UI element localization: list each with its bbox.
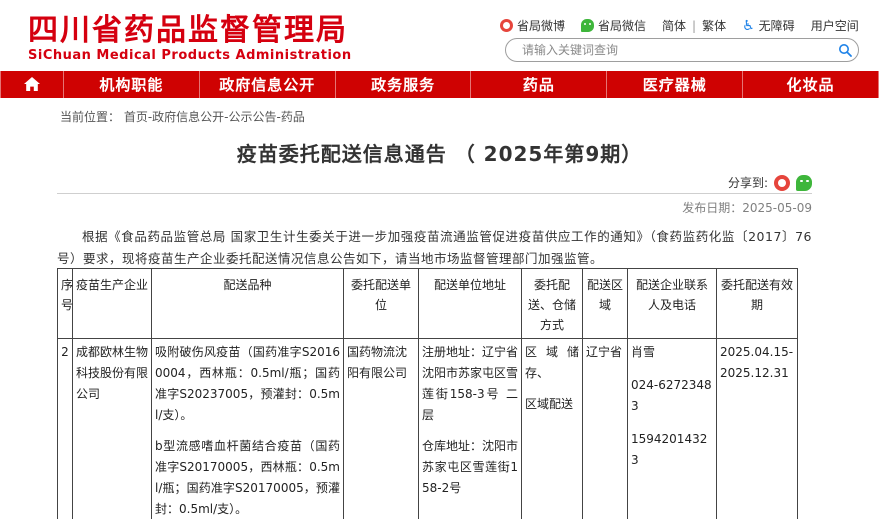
cell-contact: 肖雪024-6272348315942014323 [628,339,717,519]
divider [57,193,812,194]
nav-home[interactable] [0,71,63,98]
site-logo[interactable]: 四川省药品监督管理局 SiChuan Medical Products Admi… [28,16,352,62]
language-switch: 简体 | 繁体 [662,17,726,34]
accessibility-icon: ♿ [742,19,755,33]
nav-item-gov-services[interactable]: 政务服务 [335,71,471,98]
publish-date: 发布日期：2025-05-09 [57,199,812,216]
site-subtitle: SiChuan Medical Products Administration [28,49,352,62]
search-input[interactable] [520,42,832,58]
weibo-link[interactable]: 省局微博 [500,17,565,34]
cell-manufacturer: 成都欧林生物科技股份有限公司 [73,339,152,519]
search-button[interactable] [832,40,858,60]
cell-carrier-address: 注册地址：辽宁省沈阳市苏家屯区雪莲街158-3号 二层仓库地址：沈阳市苏家屯区雪… [419,339,522,519]
col-header-products: 配送品种 [152,269,344,339]
cell-seq: 2 [58,339,73,519]
notice-paragraph: 根据《食品药品监管总局 国家卫生计生委关于进一步加强疫苗流通监管促进疫苗供应工作… [57,226,812,270]
cell-validity: 2025.04.15-2025.12.31 [717,339,798,519]
accessibility-link[interactable]: ♿ 无障碍 [742,17,795,34]
col-header-carrier-address: 配送单位地址 [419,269,522,339]
cell-products: 吸附破伤风疫苗（国药准字S20160004，西林瓶：0.5ml/瓶；国药准字S2… [152,339,344,519]
col-header-seq: 序号 [58,269,73,339]
page: 四川省药品监督管理局 SiChuan Medical Products Admi… [0,0,879,519]
col-header-contact: 配送企业联系人及电话 [628,269,717,339]
cell-storage-mode: 区域储存、区域配送 [522,339,583,519]
col-header-region: 配送区域 [583,269,628,339]
page-title: 疫苗委托配送信息通告 （ 2025年第9期） [0,138,879,167]
weibo-icon [500,19,513,32]
table-row: 2 成都欧林生物科技股份有限公司 吸附破伤风疫苗（国药准字S20160004，西… [58,339,798,519]
col-header-storage-mode: 委托配送、仓储方式 [522,269,583,339]
publish-date-label: 发布日期： [682,201,742,215]
language-separator: | [692,19,696,33]
share-weibo-icon[interactable] [774,175,790,191]
col-header-validity: 委托配送有效期 [717,269,798,339]
share-label: 分享到: [728,174,768,191]
breadcrumb-path[interactable]: 首页-政府信息公开-公示公告-药品 [124,110,305,124]
main-nav: 机构职能 政府信息公开 政务服务 药品 医疗器械 化妆品 [0,71,879,98]
col-header-carrier: 委托配送单位 [344,269,419,339]
wechat-icon [581,19,594,32]
cell-region: 辽宁省 [583,339,628,519]
search-bar [505,38,859,62]
nav-item-agency-functions[interactable]: 机构职能 [63,71,199,98]
cell-carrier: 国药物流沈阳有限公司 [344,339,419,519]
wechat-link[interactable]: 省局微信 [581,17,646,34]
breadcrumb: 当前位置： 首页-政府信息公开-公示公告-药品 [60,108,305,125]
nav-item-cosmetics[interactable]: 化妆品 [742,71,879,98]
home-icon [24,77,40,92]
user-space-link[interactable]: 用户空间 [811,17,859,34]
nav-item-gov-info-disclosure[interactable]: 政府信息公开 [199,71,335,98]
simplified-link[interactable]: 简体 [662,17,686,34]
publish-date-value: 2025-05-09 [742,201,812,215]
breadcrumb-label: 当前位置： [60,110,120,124]
vaccine-delivery-table: 序号 疫苗生产企业 配送品种 委托配送单位 配送单位地址 委托配送、仓储方式 配… [57,268,798,519]
accessibility-label: 无障碍 [759,17,795,34]
col-header-manufacturer: 疫苗生产企业 [73,269,152,339]
search-icon [838,43,852,57]
header-quicklinks: 省局微博 省局微信 简体 | 繁体 ♿ 无障碍 用户空间 [500,17,860,34]
share-wechat-icon[interactable] [796,175,812,191]
share-row: 分享到: [57,174,812,191]
user-space-label: 用户空间 [811,17,859,34]
table-header-row: 序号 疫苗生产企业 配送品种 委托配送单位 配送单位地址 委托配送、仓储方式 配… [58,269,798,339]
traditional-link[interactable]: 繁体 [702,17,726,34]
site-title: 四川省药品监督管理局 [28,16,352,46]
nav-item-drugs[interactable]: 药品 [470,71,606,98]
weibo-label: 省局微博 [517,17,565,34]
wechat-label: 省局微信 [598,17,646,34]
nav-item-medical-devices[interactable]: 医疗器械 [606,71,742,98]
